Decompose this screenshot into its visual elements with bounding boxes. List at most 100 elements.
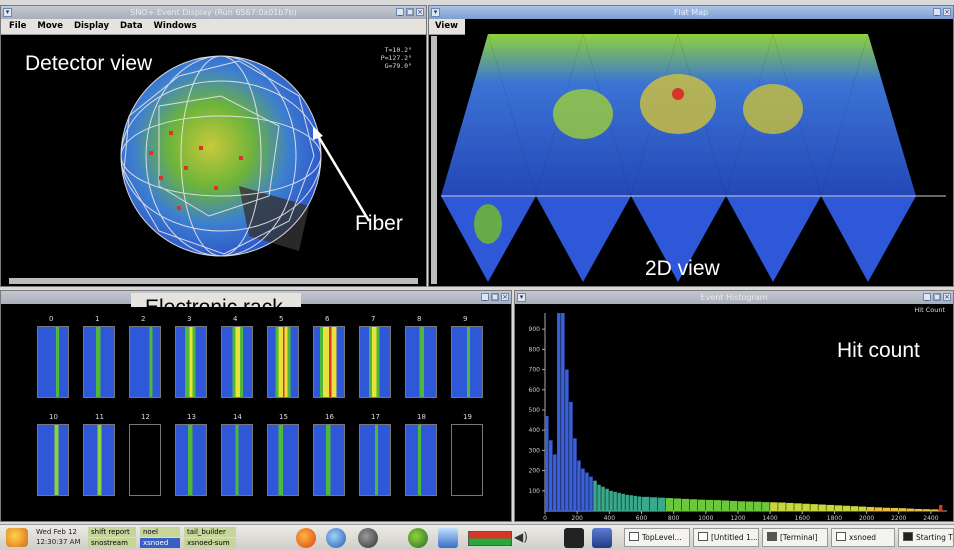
close-icon[interactable]: ×: [501, 293, 509, 301]
crate-cell[interactable]: [129, 424, 161, 496]
maximize-icon[interactable]: □: [406, 8, 414, 16]
menu-move[interactable]: Move: [37, 21, 63, 31]
histogram-bar: [637, 496, 641, 511]
detector-window: ▾ SNO+ Event Display (Run 6567:0x01b7b) …: [0, 5, 427, 287]
chip-xsnoed[interactable]: xsnoed: [140, 538, 180, 548]
close-icon[interactable]: ×: [943, 8, 951, 16]
crate-number: 4: [233, 315, 238, 323]
detector-titlebar[interactable]: ▾ SNO+ Event Display (Run 6567:0x01b7b) …: [1, 6, 426, 19]
histogram-bar: [613, 491, 617, 511]
crate-cell[interactable]: [405, 326, 437, 398]
window-menu-icon[interactable]: ▾: [3, 8, 12, 17]
maximize-icon[interactable]: □: [933, 293, 941, 301]
chip-noel[interactable]: noel: [140, 527, 180, 537]
firefox-icon[interactable]: [296, 528, 316, 548]
flatmap-titlebar[interactable]: ▾ Flat Map _ ×: [429, 6, 953, 19]
task-terminal[interactable]: [Terminal]: [762, 528, 828, 547]
crate-cell[interactable]: [221, 326, 253, 398]
clock-date[interactable]: Wed Feb 12: [36, 528, 77, 536]
crate-cell[interactable]: [129, 326, 161, 398]
histogram-bar: [561, 313, 565, 511]
menu-view[interactable]: View: [435, 21, 458, 31]
histogram-bar: [882, 507, 891, 511]
detector-title: SNO+ Event Display (Run 6567:0x01b7b): [130, 8, 297, 17]
crate-cell[interactable]: [267, 326, 299, 398]
histogram-bar: [906, 508, 915, 511]
histogram-bar: [713, 500, 722, 511]
close-icon[interactable]: ×: [943, 293, 951, 301]
x-tick-label: 1600: [795, 515, 810, 521]
minimize-icon[interactable]: _: [481, 293, 489, 301]
media-icon[interactable]: [358, 528, 378, 548]
crate-cell[interactable]: [313, 326, 345, 398]
sno-globe-icon[interactable]: [408, 528, 428, 548]
volume-icon[interactable]: ◀): [514, 530, 528, 544]
crate-cell[interactable]: [175, 326, 207, 398]
browser-icon[interactable]: [326, 528, 346, 548]
crate-number: 15: [279, 413, 288, 421]
chip-shift-report[interactable]: shift report: [88, 527, 136, 537]
y-tick-label: 800: [529, 346, 541, 353]
histogram-bar: [746, 501, 754, 511]
crate-cell[interactable]: [83, 326, 115, 398]
task-untitled-label: [Untitled 1...: [711, 533, 758, 542]
menu-file[interactable]: File: [9, 21, 26, 31]
task-untitled[interactable]: [Untitled 1...: [693, 528, 759, 547]
crate-number: 7: [371, 315, 376, 323]
chip-tail-builder[interactable]: tail_builder: [184, 527, 236, 537]
y-tick-label: 900: [529, 326, 541, 333]
crate-number: 5: [279, 315, 284, 323]
histogram-bar: [625, 494, 629, 511]
histogram-bar: [930, 509, 939, 511]
detector-scrollbar-h[interactable]: [9, 278, 418, 284]
crate-cell[interactable]: [359, 326, 391, 398]
histogram-chart[interactable]: 100 200 300 400 500 600 700 800 900 0 200 400 600 800…: [515, 305, 953, 521]
flatmap-scrollbar-v[interactable]: [431, 36, 437, 284]
start-menu-icon[interactable]: [6, 528, 28, 547]
minimize-icon[interactable]: _: [933, 8, 941, 16]
menu-display[interactable]: Display: [74, 21, 109, 31]
histogram-bar: [633, 495, 637, 511]
crate-cell[interactable]: [37, 326, 69, 398]
crate-cell[interactable]: [359, 424, 391, 496]
crate-cell[interactable]: [405, 424, 437, 496]
task-toplevel[interactable]: TopLevel...: [624, 528, 690, 547]
close-icon[interactable]: ×: [416, 8, 424, 16]
clock-time[interactable]: 12:30:37 AM: [36, 538, 81, 546]
x-tick-label: 800: [668, 515, 680, 521]
flatmap-canvas[interactable]: [441, 34, 951, 286]
monitor-icon[interactable]: [438, 528, 458, 548]
network-graph-icon[interactable]: [468, 531, 512, 546]
task-xsnoed[interactable]: xsnoed: [831, 528, 895, 547]
menu-windows[interactable]: Windows: [154, 21, 197, 31]
y-tick-label: 600: [529, 387, 541, 394]
crate-cell[interactable]: [221, 424, 253, 496]
crate-cell[interactable]: [83, 424, 115, 496]
crate-cell[interactable]: [267, 424, 299, 496]
rack-window: _□× Electronic rack 01234567891011121314…: [0, 290, 512, 522]
histogram-titlebar[interactable]: ▾ Event Histogram _ □ ×: [515, 291, 953, 304]
crate-cell[interactable]: [451, 326, 483, 398]
terminal-icon[interactable]: [592, 528, 612, 548]
crate-number: 16: [325, 413, 334, 421]
task-starting[interactable]: Starting T...: [898, 528, 954, 547]
menu-data[interactable]: Data: [120, 21, 143, 31]
minimize-icon[interactable]: _: [396, 8, 404, 16]
x-tick-label: 2200: [891, 515, 906, 521]
histogram-bar: [737, 501, 746, 511]
histogram-bar: [850, 506, 859, 511]
crate-cell[interactable]: [451, 424, 483, 496]
maximize-icon[interactable]: □: [491, 293, 499, 301]
chip-snostream[interactable]: snostream: [88, 538, 136, 548]
chip-xsnoed-sum[interactable]: xsnoed-sum: [184, 538, 236, 548]
crate-cell[interactable]: [175, 424, 207, 496]
window-menu-icon[interactable]: ▾: [431, 8, 440, 17]
hit-count-label: Hit count: [837, 339, 920, 362]
crate-cell[interactable]: [37, 424, 69, 496]
minimize-icon[interactable]: _: [923, 293, 931, 301]
rack-grid[interactable]: 0 1 2 3 4 5 6 7 8 9 10 11 12 13 14 15 16 17 18 19: [5, 307, 507, 519]
crate-cell[interactable]: [313, 424, 345, 496]
window-menu-icon[interactable]: ▾: [517, 293, 526, 302]
window-icon: [836, 532, 846, 541]
camera-icon[interactable]: [564, 528, 584, 548]
